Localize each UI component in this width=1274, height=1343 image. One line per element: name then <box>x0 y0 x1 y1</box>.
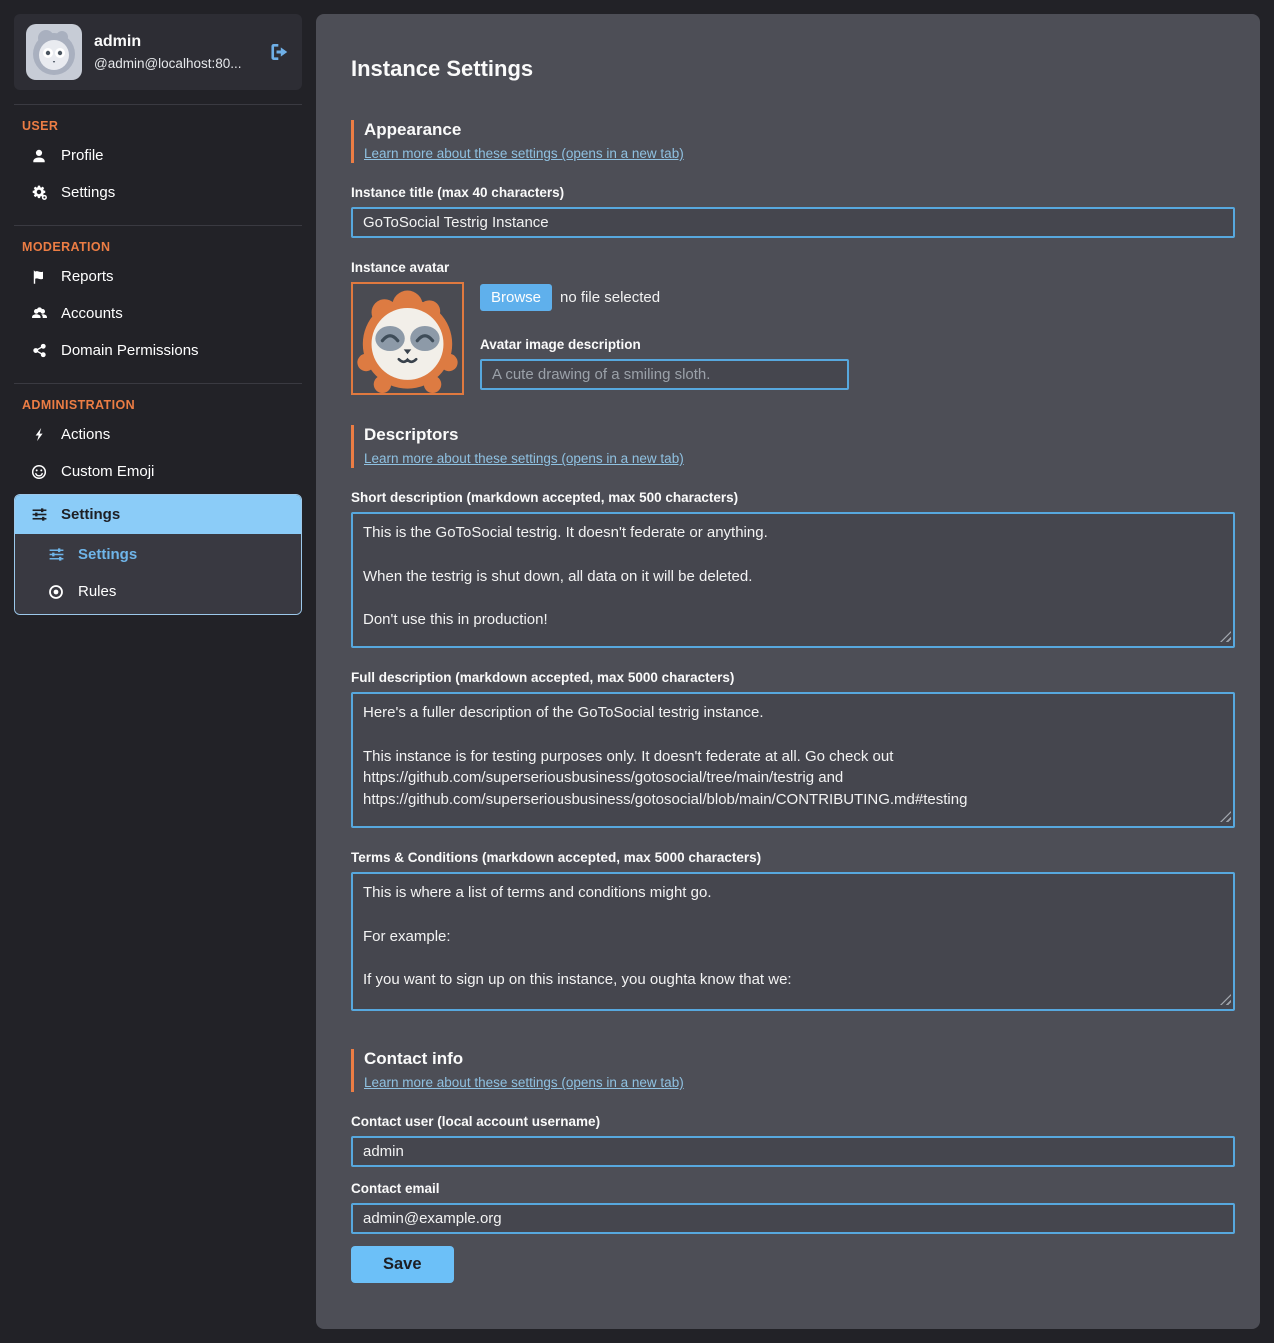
contact-learn-more-link[interactable]: Learn more about these settings (opens i… <box>364 1075 684 1090</box>
full-description-textarea[interactable]: Here's a fuller description of the GoToS… <box>351 692 1235 828</box>
instance-avatar-row: Browse no file selected Avatar image des… <box>351 282 1235 395</box>
avatar-description-label: Avatar image description <box>480 337 1235 352</box>
section-appearance-header: Appearance Learn more about these settin… <box>351 120 1235 163</box>
save-button[interactable]: Save <box>351 1246 454 1283</box>
sidebar-item-label: Profile <box>61 147 104 164</box>
settings-group: Settings <box>14 494 302 615</box>
submenu-item-settings[interactable]: Settings <box>15 536 301 573</box>
full-description-label: Full description (markdown accepted, max… <box>351 670 1235 685</box>
nav-section-user: USER Profile <box>14 104 302 211</box>
terms-textarea[interactable]: This is where a list of terms and condit… <box>351 872 1235 1011</box>
share-nodes-icon <box>30 343 48 358</box>
flag-icon <box>30 269 48 285</box>
file-status-text: no file selected <box>560 289 660 306</box>
sidebar-item-reports[interactable]: Reports <box>14 258 302 295</box>
sidebar-item-label: Reports <box>61 268 114 285</box>
instance-title-label: Instance title (max 40 characters) <box>351 185 1235 200</box>
submenu-item-label: Settings <box>78 546 137 563</box>
sidebar-item-domain-permissions[interactable]: Domain Permissions <box>14 332 302 369</box>
user-name: admin <box>94 33 256 51</box>
sign-out-icon <box>268 41 290 63</box>
sliders-icon <box>47 546 65 563</box>
sidebar-nav: USER Profile <box>14 104 302 615</box>
sidebar-item-label: Actions <box>61 426 110 443</box>
sidebar-item-custom-emoji[interactable]: Custom Emoji <box>14 453 302 490</box>
gears-icon <box>30 184 48 201</box>
contact-email-input[interactable] <box>351 1203 1235 1234</box>
nav-section-header-administration: ADMINISTRATION <box>14 388 302 416</box>
contact-user-input[interactable] <box>351 1136 1235 1167</box>
bolt-icon <box>30 427 48 442</box>
contact-email-label: Contact email <box>351 1181 1235 1196</box>
terms-wrap: This is where a list of terms and condit… <box>351 872 1235 1011</box>
sidebar-item-accounts[interactable]: Accounts <box>14 295 302 332</box>
dot-circle-icon <box>47 584 65 600</box>
sidebar: admin @admin@localhost:80... USER <box>14 14 302 615</box>
browse-button[interactable]: Browse <box>480 284 552 311</box>
short-description-wrap: This is the GoToSocial testrig. It doesn… <box>351 512 1235 648</box>
terms-label: Terms & Conditions (markdown accepted, m… <box>351 850 1235 865</box>
nav-section-header-user: USER <box>14 109 302 137</box>
sidebar-item-user-settings[interactable]: Settings <box>14 174 302 211</box>
short-description-textarea[interactable]: This is the GoToSocial testrig. It doesn… <box>351 512 1235 648</box>
settings-submenu: Settings Rules <box>15 534 301 614</box>
descriptors-heading: Descriptors <box>364 425 1235 445</box>
sloth-avatar-image <box>353 284 462 393</box>
browse-row: Browse no file selected <box>480 284 1235 311</box>
instance-avatar-preview <box>351 282 464 395</box>
sloth-avatar-icon <box>26 24 82 80</box>
user-avatar <box>26 24 82 80</box>
sidebar-item-label: Custom Emoji <box>61 463 154 480</box>
smiley-icon <box>30 464 48 480</box>
user-info: admin @admin@localhost:80... <box>94 33 256 71</box>
instance-title-input[interactable] <box>351 207 1235 238</box>
submenu-item-label: Rules <box>78 583 116 600</box>
user-card[interactable]: admin @admin@localhost:80... <box>14 14 302 90</box>
instance-avatar-label: Instance avatar <box>351 260 1235 275</box>
user-icon <box>30 148 48 164</box>
nav-section-header-moderation: MODERATION <box>14 230 302 258</box>
sidebar-item-admin-settings[interactable]: Settings <box>15 495 301 534</box>
nav-section-moderation: MODERATION Reports <box>14 225 302 369</box>
sidebar-item-label: Settings <box>61 506 120 523</box>
contact-user-label: Contact user (local account username) <box>351 1114 1235 1129</box>
user-handle: @admin@localhost:80... <box>94 56 256 71</box>
short-description-label: Short description (markdown accepted, ma… <box>351 490 1235 505</box>
appearance-learn-more-link[interactable]: Learn more about these settings (opens i… <box>364 146 684 161</box>
sidebar-item-label: Settings <box>61 184 115 201</box>
avatar-description-input[interactable] <box>480 359 849 390</box>
sidebar-item-label: Domain Permissions <box>61 342 199 359</box>
section-descriptors-header: Descriptors Learn more about these setti… <box>351 425 1235 468</box>
submenu-item-rules[interactable]: Rules <box>15 573 301 610</box>
descriptors-learn-more-link[interactable]: Learn more about these settings (opens i… <box>364 451 684 466</box>
page-title: Instance Settings <box>351 56 1235 82</box>
sidebar-item-actions[interactable]: Actions <box>14 416 302 453</box>
section-contact-header: Contact info Learn more about these sett… <box>351 1049 1235 1092</box>
sliders-icon <box>31 506 48 523</box>
app-root: admin @admin@localhost:80... USER <box>0 0 1274 1343</box>
users-icon <box>30 305 48 322</box>
contact-heading: Contact info <box>364 1049 1235 1069</box>
full-description-wrap: Here's a fuller description of the GoToS… <box>351 692 1235 828</box>
logout-button[interactable] <box>268 41 290 63</box>
appearance-heading: Appearance <box>364 120 1235 140</box>
avatar-controls: Browse no file selected Avatar image des… <box>480 282 1235 390</box>
nav-section-administration: ADMINISTRATION Actions <box>14 383 302 615</box>
instance-settings-panel: Instance Settings Appearance Learn more … <box>316 14 1260 1329</box>
sidebar-item-label: Accounts <box>61 305 123 322</box>
sidebar-item-profile[interactable]: Profile <box>14 137 302 174</box>
